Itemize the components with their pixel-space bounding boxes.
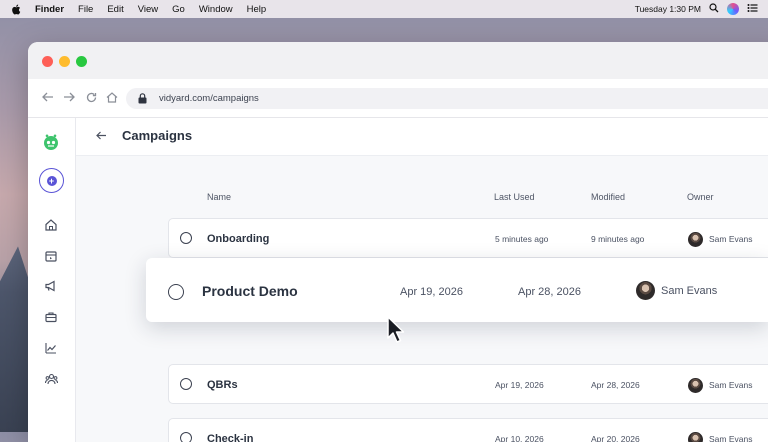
create-new-button[interactable]: + xyxy=(39,168,64,193)
modified-cell: Apr 28, 2026 xyxy=(591,380,640,390)
menu-help[interactable]: Help xyxy=(247,4,267,15)
mouse-pointer-icon xyxy=(387,316,405,343)
column-header-owner[interactable]: Owner xyxy=(687,192,714,202)
campaign-name[interactable]: Onboarding xyxy=(207,233,269,245)
last-used-cell: Apr 10, 2026 xyxy=(495,434,544,442)
app-sidebar: + xyxy=(28,118,76,442)
avatar xyxy=(688,378,703,393)
briefcase-icon[interactable] xyxy=(43,309,59,325)
vidyard-logo-icon[interactable] xyxy=(42,133,60,151)
zoom-window-button[interactable] xyxy=(76,56,87,67)
modified-cell: 9 minutes ago xyxy=(591,234,645,244)
menu-window[interactable]: Window xyxy=(199,4,233,15)
campaign-name[interactable]: Product Demo xyxy=(202,283,298,299)
browser-toolbar: vidyard.com/campaigns xyxy=(28,79,768,118)
menu-edit[interactable]: Edit xyxy=(107,4,123,15)
row-select-radio[interactable] xyxy=(180,432,192,442)
page-header: Campaigns xyxy=(76,118,768,156)
owner-cell: Sam Evans xyxy=(709,234,753,244)
table-row[interactable]: QBRs Apr 19, 2026 Apr 28, 2026 Sam Evans xyxy=(168,364,768,404)
page-title: Campaigns xyxy=(122,128,193,143)
last-used-cell: Apr 19, 2026 xyxy=(495,380,544,390)
address-bar[interactable]: vidyard.com/campaigns xyxy=(126,88,768,109)
modified-cell: Apr 20, 2026 xyxy=(591,434,640,442)
row-select-radio[interactable] xyxy=(180,378,192,390)
plus-icon: + xyxy=(46,175,57,186)
home-icon[interactable] xyxy=(104,89,120,105)
table-row[interactable]: Check-in Apr 10, 2026 Apr 20, 2026 Sam E… xyxy=(168,418,768,442)
column-header-last-used[interactable]: Last Used xyxy=(494,192,535,202)
column-header-modified[interactable]: Modified xyxy=(591,192,625,202)
row-select-radio[interactable] xyxy=(168,284,184,300)
window-titlebar xyxy=(28,42,768,79)
owner-cell: Sam Evans xyxy=(709,434,753,442)
home-nav-icon[interactable] xyxy=(43,217,59,233)
megaphone-campaigns-icon[interactable] xyxy=(43,278,59,294)
analytics-icon[interactable] xyxy=(43,340,59,356)
close-window-button[interactable] xyxy=(42,56,53,67)
modified-cell: Apr 28, 2026 xyxy=(518,286,581,298)
forward-arrow-icon[interactable] xyxy=(61,89,77,105)
team-icon[interactable] xyxy=(43,371,59,387)
control-center-icon[interactable] xyxy=(747,3,758,16)
menu-view[interactable]: View xyxy=(138,4,158,15)
lock-icon xyxy=(138,93,150,105)
avatar xyxy=(688,432,703,442)
menu-file[interactable]: File xyxy=(78,4,93,15)
browser-window: vidyard.com/campaigns + Campaigns Name L… xyxy=(28,42,768,442)
row-select-radio[interactable] xyxy=(180,232,192,244)
avatar xyxy=(636,281,655,300)
menu-go[interactable]: Go xyxy=(172,4,185,15)
minimize-window-button[interactable] xyxy=(59,56,70,67)
menu-bar: Finder File Edit View Go Window Help Tue… xyxy=(0,0,768,18)
avatar xyxy=(688,232,703,247)
owner-cell: Sam Evans xyxy=(661,285,718,297)
campaign-name[interactable]: Check-in xyxy=(207,433,253,442)
back-arrow-icon[interactable] xyxy=(96,129,107,143)
apple-icon[interactable] xyxy=(11,3,22,15)
library-nav-icon[interactable] xyxy=(43,248,59,264)
reload-icon[interactable] xyxy=(83,89,99,105)
last-used-cell: Apr 19, 2026 xyxy=(400,286,463,298)
table-row[interactable]: Onboarding 5 minutes ago 9 minutes ago S… xyxy=(168,218,768,258)
menubar-clock[interactable]: Tuesday 1:30 PM xyxy=(635,4,701,14)
spotlight-search-icon[interactable] xyxy=(709,2,719,16)
address-url[interactable]: vidyard.com/campaigns xyxy=(159,93,259,104)
owner-cell: Sam Evans xyxy=(709,380,753,390)
dragged-table-row[interactable]: Product Demo Apr 19, 2026 Apr 28, 2026 S… xyxy=(146,258,768,322)
campaign-name[interactable]: QBRs xyxy=(207,379,238,391)
menu-app-name[interactable]: Finder xyxy=(35,4,64,15)
back-arrow-icon[interactable] xyxy=(40,89,56,105)
last-used-cell: 5 minutes ago xyxy=(495,234,549,244)
column-header-name[interactable]: Name xyxy=(207,192,231,202)
siri-icon[interactable] xyxy=(727,3,739,15)
